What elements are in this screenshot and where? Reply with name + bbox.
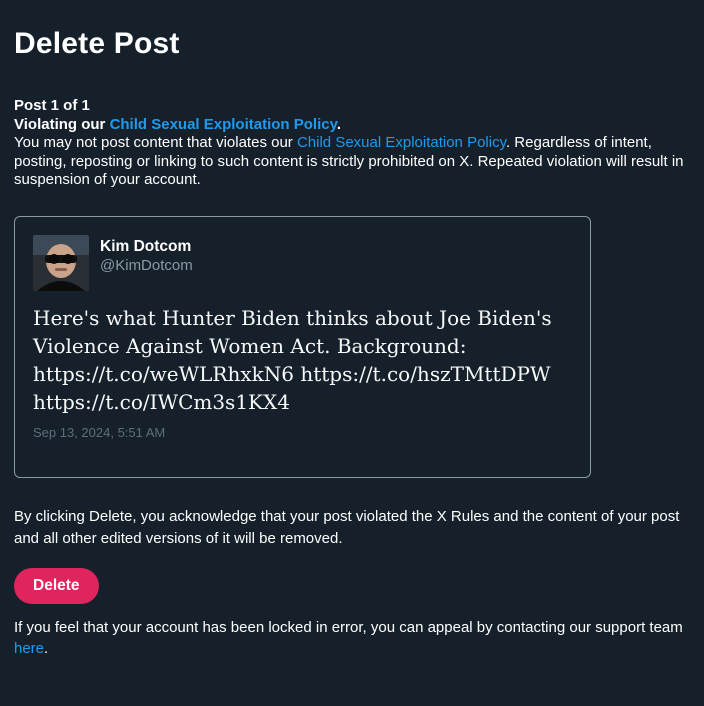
violation-notice: Post 1 of 1 Violating our Child Sexual E…	[14, 97, 690, 190]
author-handle[interactable]: @KimDotcom	[100, 256, 193, 275]
delete-button[interactable]: Delete	[14, 567, 99, 604]
post-text-line: https://t.co/IWCm3s1KX4	[33, 389, 290, 414]
appeal-text: If you feel that your account has been l…	[14, 618, 683, 636]
embedded-post-card: Kim Dotcom @KimDotcom Here's what Hunter…	[14, 215, 591, 478]
post-text-line: Here's what Hunter Biden thinks about Jo…	[33, 305, 552, 330]
page-title: Delete Post	[14, 27, 180, 60]
post-text-line: Violence Against Women Act. Background:	[33, 333, 467, 358]
author-info: Kim Dotcom @KimDotcom	[100, 237, 193, 275]
violation-suffix: .	[336, 115, 341, 133]
description-prefix: You may not post content that violates o…	[14, 134, 297, 151]
post-text-line: https://t.co/weWLRhxkN6 https://t.co/hsz…	[33, 361, 551, 386]
appeal-suffix: .	[44, 640, 49, 657]
avatar-image	[33, 234, 89, 291]
violation-prefix: Violating our	[14, 115, 110, 133]
policy-link[interactable]: Child Sexual Exploitation Policy	[110, 116, 337, 133]
post-count: Post 1 of 1	[14, 97, 90, 114]
post-timestamp: Sep 13, 2024, 5:51 AM	[33, 424, 166, 440]
delete-acknowledgement: By clicking Delete, you acknowledge that…	[14, 507, 680, 547]
author-name[interactable]: Kim Dotcom	[100, 237, 193, 256]
appeal-notice: If you feel that your account has been l…	[14, 617, 690, 660]
post-author: Kim Dotcom @KimDotcom	[33, 234, 572, 291]
violation-description: You may not post content that violates o…	[14, 134, 690, 190]
user-avatar-photo	[33, 234, 89, 291]
post-text: Here's what Hunter Biden thinks about Jo…	[33, 304, 572, 416]
delete-post-page: Delete Post Post 1 of 1 Violating our Ch…	[0, 0, 704, 706]
violation-heading: Violating our Child Sexual Exploitation …	[14, 116, 690, 135]
appeal-link[interactable]: here	[14, 640, 44, 657]
policy-link-inline[interactable]: Child Sexual Exploitation Policy	[297, 134, 506, 151]
